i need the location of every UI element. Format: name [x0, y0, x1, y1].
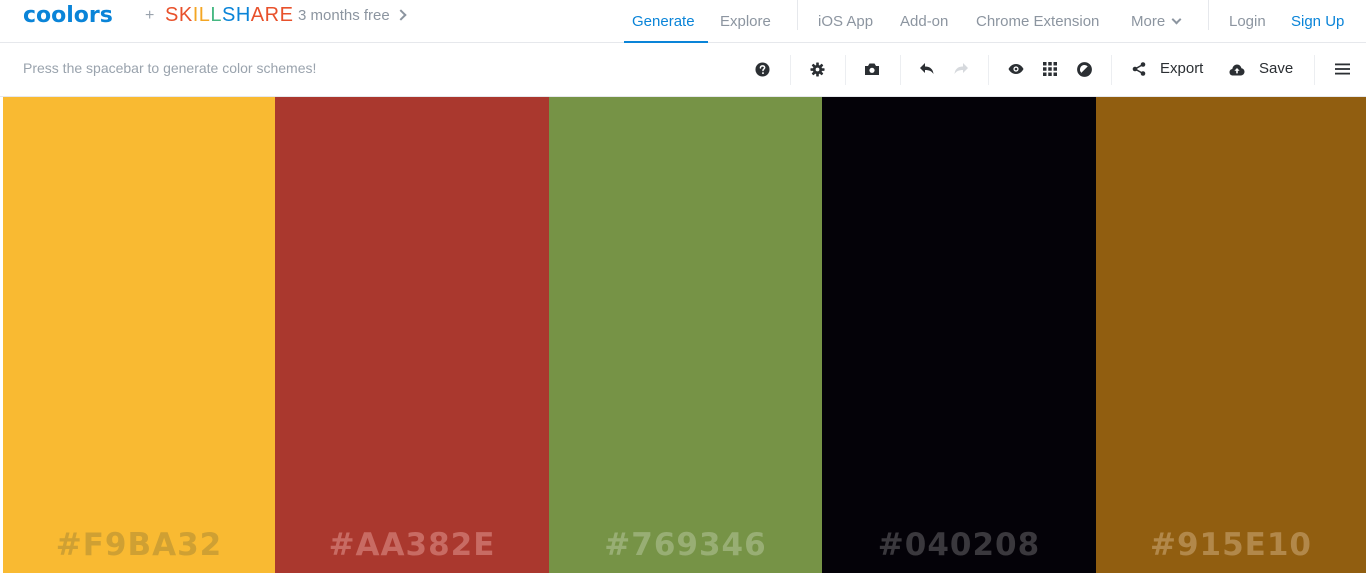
- color-swatch[interactable]: #769346: [549, 97, 822, 573]
- promo-text: 3 months free: [298, 7, 390, 24]
- toolbar-divider: [1314, 55, 1315, 85]
- nav-login[interactable]: Login: [1229, 13, 1266, 30]
- hex-code-label[interactable]: #F9BA32: [3, 527, 275, 563]
- nav-signup[interactable]: Sign Up: [1291, 13, 1344, 30]
- share-icon[interactable]: [1131, 61, 1147, 77]
- color-swatch[interactable]: #F9BA32: [3, 97, 275, 573]
- promo-link[interactable]: 3 months free: [298, 7, 407, 24]
- spacebar-hint: Press the spacebar to generate color sch…: [23, 60, 317, 76]
- chevron-down-icon: [1171, 14, 1182, 25]
- skillshare-letter: S: [165, 4, 179, 26]
- skillshare-letter: K: [178, 4, 193, 26]
- save-button[interactable]: Save: [1259, 60, 1293, 77]
- skillshare-letter: L: [198, 4, 211, 26]
- camera-icon[interactable]: [864, 61, 880, 77]
- color-swatch[interactable]: #AA382E: [275, 97, 549, 573]
- nav-more[interactable]: More: [1131, 0, 1182, 42]
- menu-icon[interactable]: [1334, 61, 1350, 77]
- redo-icon[interactable]: [953, 61, 969, 77]
- toolbar-divider: [988, 55, 989, 85]
- skillshare-letter: H: [235, 4, 251, 26]
- nav-explore[interactable]: Explore: [720, 13, 771, 30]
- color-swatch[interactable]: #040208: [822, 97, 1096, 573]
- skillshare-letter: S: [222, 4, 236, 26]
- toolbar-divider: [900, 55, 901, 85]
- chevron-right-icon: [395, 9, 407, 21]
- nav-addon[interactable]: Add-on: [900, 13, 948, 30]
- top-navigation-bar: coolors + SKILLSHARE 3 months free Gener…: [0, 0, 1366, 43]
- nav-divider: [1208, 0, 1209, 30]
- nav-more-label: More: [1131, 12, 1166, 30]
- skillshare-letter: L: [210, 4, 222, 26]
- skillshare-logo[interactable]: SKILLSHARE: [165, 4, 293, 27]
- grid-icon[interactable]: [1042, 61, 1058, 77]
- export-button[interactable]: Export: [1160, 60, 1203, 77]
- toolbar-divider: [790, 55, 791, 85]
- cloud-upload-icon[interactable]: [1229, 61, 1245, 77]
- nav-ios-app[interactable]: iOS App: [818, 13, 873, 30]
- plus-sign: +: [145, 7, 155, 24]
- coolors-logo[interactable]: coolors: [23, 3, 113, 28]
- toolbar-divider: [1111, 55, 1112, 85]
- nav-generate[interactable]: Generate: [632, 13, 695, 30]
- nav-divider: [797, 0, 798, 30]
- skillshare-letter: E: [279, 4, 294, 26]
- color-swatch[interactable]: #915E10: [1096, 97, 1366, 573]
- help-icon[interactable]: [754, 61, 770, 77]
- nav-chrome-extension[interactable]: Chrome Extension: [976, 13, 1099, 30]
- toolbar-divider: [845, 55, 846, 85]
- skillshare-letter: A: [250, 4, 265, 26]
- color-palette: #F9BA32 #AA382E #769346 #040208 #915E10: [3, 97, 1366, 573]
- hex-code-label[interactable]: #AA382E: [275, 527, 549, 563]
- generator-toolbar: Press the spacebar to generate color sch…: [0, 43, 1366, 97]
- settings-icon[interactable]: [809, 61, 825, 77]
- skillshare-letter: R: [264, 4, 280, 26]
- hex-code-label[interactable]: #040208: [822, 527, 1096, 563]
- contrast-icon[interactable]: [1076, 61, 1092, 77]
- hex-code-label[interactable]: #769346: [549, 527, 822, 563]
- eye-icon[interactable]: [1008, 61, 1024, 77]
- undo-icon[interactable]: [919, 61, 935, 77]
- hex-code-label[interactable]: #915E10: [1096, 527, 1366, 563]
